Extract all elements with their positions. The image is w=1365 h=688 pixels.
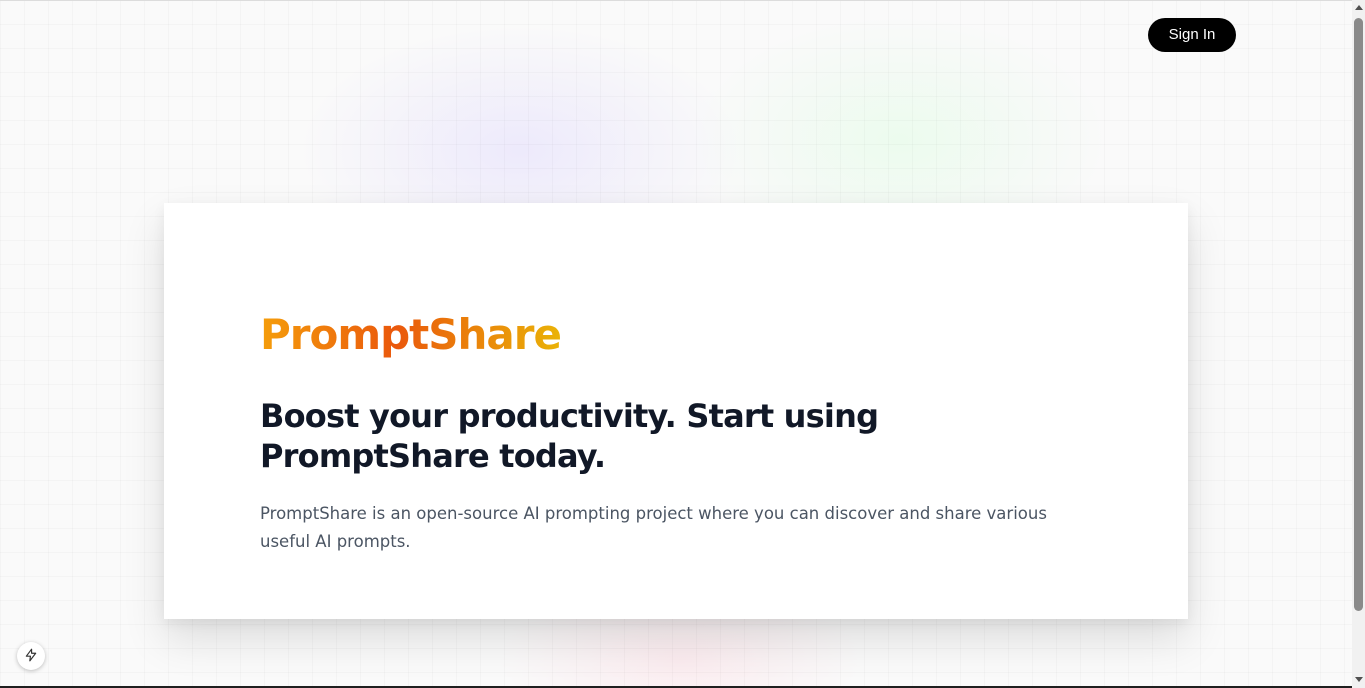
lightning-bolt-icon	[24, 647, 38, 666]
brand-title: PromptShare	[260, 305, 562, 365]
hero-headline: Boost your productivity. Start using Pro…	[260, 397, 879, 475]
scroll-up-icon[interactable]	[1355, 5, 1363, 10]
hero-description: PromptShare is an open-source AI prompti…	[260, 504, 1047, 551]
dev-tools-badge[interactable]	[17, 642, 45, 670]
scrollbar-thumb[interactable]	[1354, 18, 1363, 611]
top-border	[0, 0, 1352, 1]
scroll-down-icon[interactable]	[1355, 677, 1363, 682]
sign-in-button[interactable]: Sign In	[1148, 18, 1236, 52]
vertical-scrollbar[interactable]	[1352, 0, 1365, 688]
page: Sign In PromptShare Boost your productiv…	[0, 0, 1365, 688]
hero-card: PromptShare Boost your productivity. Sta…	[164, 203, 1188, 619]
